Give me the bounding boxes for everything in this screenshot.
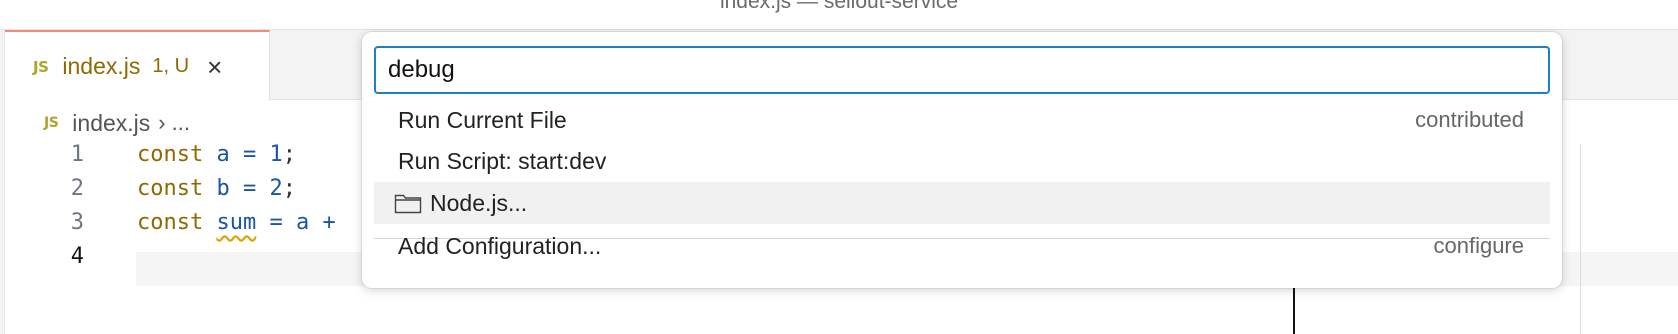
quick-pick-dialog: Run Current File contributed Run Script:… [362,32,1562,288]
item-description: configure [1433,233,1524,258]
code-text: const a = 1; [137,138,296,172]
tab-index-js[interactable]: JS index.js 1, U × [5,30,270,101]
window-title: index.js — sellout-service [719,0,959,13]
keyword: const [137,142,204,167]
quick-pick-item-run-current-file[interactable]: Run Current File contributed [374,99,1550,141]
code-text: const sum = a + [137,206,336,240]
line-number: 1 [70,142,84,167]
operator: = [242,142,257,167]
expression: a + [295,210,336,235]
operator: = [269,210,283,235]
tab-label: index.js [62,53,141,79]
breadcrumb-file[interactable]: index.js [72,110,150,137]
tab-status-badge: 1, U [152,55,190,77]
quick-pick-item-run-script[interactable]: Run Script: start:dev [374,140,1550,182]
chevron-right-icon: › [158,110,166,135]
identifier: a [216,142,230,167]
line-number: 4 [70,244,84,269]
keyword: const [137,176,204,201]
quick-pick-item-add-configuration[interactable]: Add Configuration... configure [374,225,1550,267]
identifier: b [216,176,230,201]
semicolon: ; [282,142,296,167]
javascript-file-icon: JS [33,57,49,76]
javascript-file-icon: JS [44,115,59,131]
keyword: const [137,210,204,235]
item-label: Run Current File [398,106,567,133]
quick-pick-item-nodejs[interactable]: Node.js... [374,182,1550,224]
breadcrumb: JS index.js › ... [44,106,190,140]
item-label: Run Script: start:dev [398,147,607,174]
number-literal: 2 [269,176,283,201]
code-text: const b = 2; [137,172,296,206]
line-number: 3 [70,210,84,235]
number-literal: 1 [269,142,283,167]
item-label: Add Configuration... [398,232,602,259]
line-number: 2 [70,176,84,201]
folder-icon [394,194,422,214]
breadcrumb-more[interactable]: ... [172,110,190,136]
semicolon: ; [282,176,296,201]
quick-pick-input[interactable] [374,46,1550,94]
editor-ruler [1580,144,1581,334]
item-label: Node.js... [430,189,528,216]
operator: = [242,176,257,201]
item-description: contributed [1415,107,1524,132]
identifier-warning[interactable]: sum [216,210,256,235]
close-icon[interactable]: × [207,54,222,80]
